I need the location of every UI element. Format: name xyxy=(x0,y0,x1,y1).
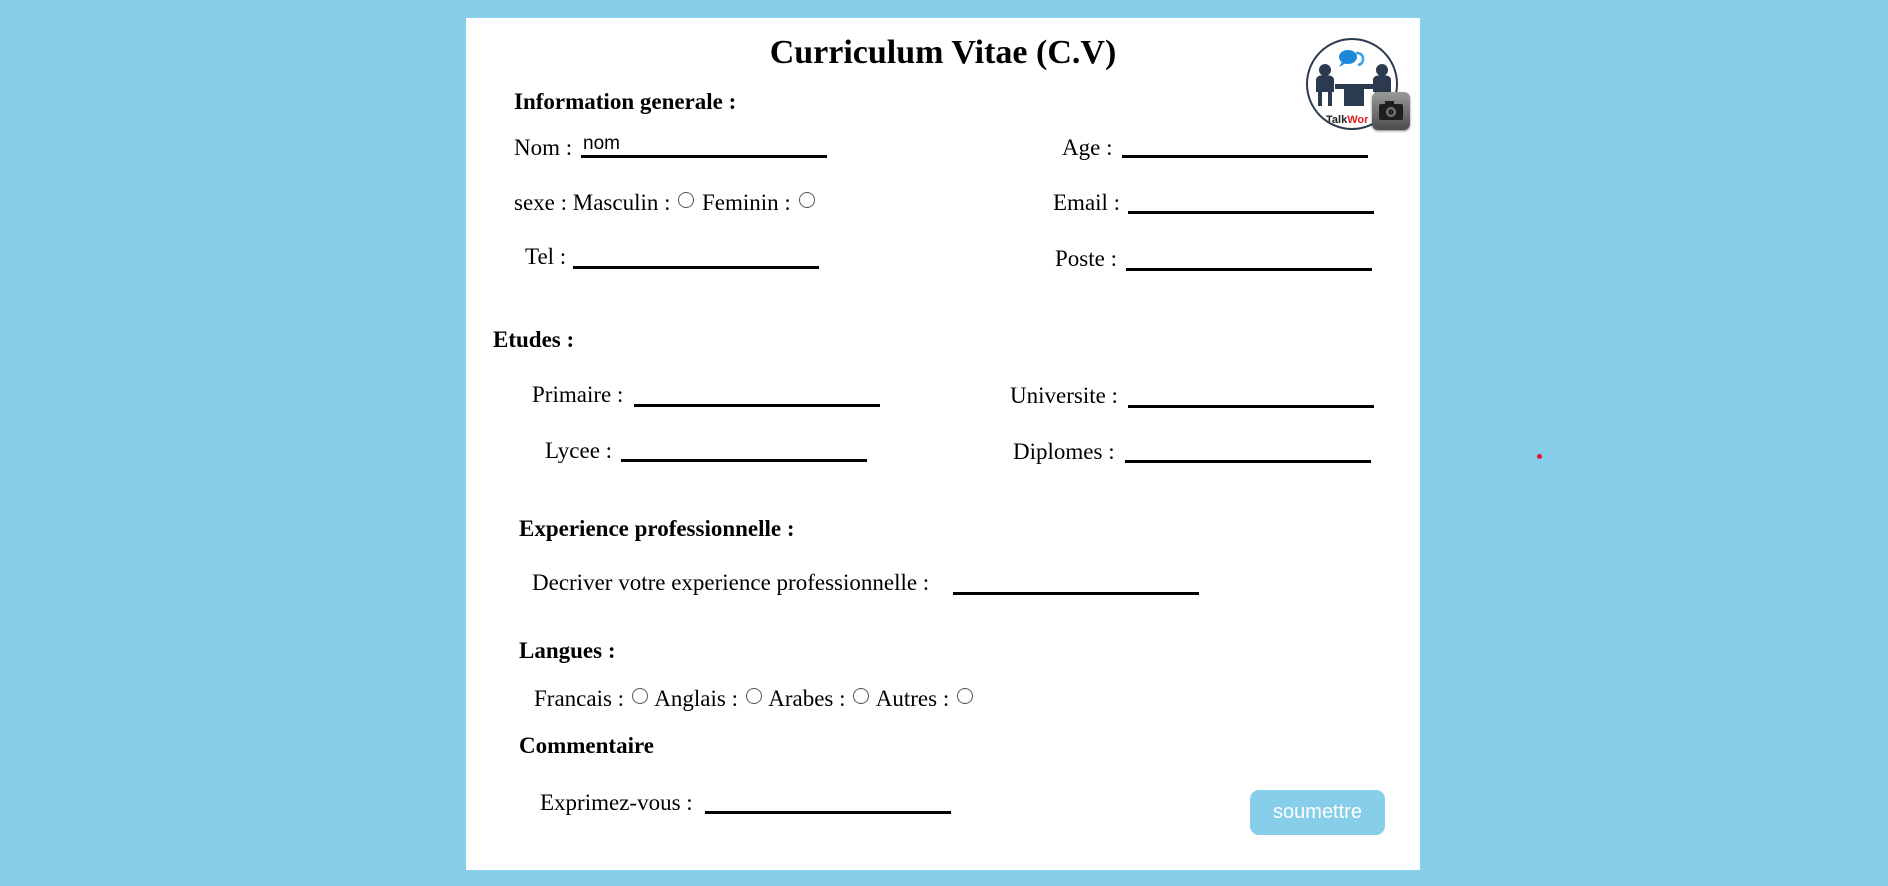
section-etudes: Etudes : xyxy=(493,327,575,352)
submit-button[interactable]: soumettre xyxy=(1250,790,1385,835)
universite-label: Universite : xyxy=(1010,383,1118,408)
nom-input[interactable] xyxy=(581,133,827,158)
exprimez-label: Exprimez-vous : xyxy=(540,790,693,815)
page-title: Curriculum Vitae (C.V) xyxy=(769,34,1117,71)
langues-row: Francais : Anglais : Arabes : Autres : xyxy=(534,687,975,710)
tel-input[interactable] xyxy=(573,244,819,269)
poste-input[interactable] xyxy=(1126,246,1372,271)
section-langues: Langues : xyxy=(519,638,616,663)
arabes-label: Arabes : xyxy=(768,686,846,711)
age-input[interactable] xyxy=(1122,133,1368,158)
masculin-radio[interactable] xyxy=(678,192,695,208)
email-input[interactable] xyxy=(1128,189,1374,214)
diplomes-label: Diplomes : xyxy=(1013,439,1115,464)
section-information-generale: Information generale : xyxy=(514,89,737,114)
primaire-label: Primaire : xyxy=(532,382,624,407)
cv-form-card: Curriculum Vitae (C.V) TalkWor Informati… xyxy=(466,18,1420,870)
tel-label: Tel : xyxy=(525,244,567,269)
francais-label: Francais : xyxy=(534,686,625,711)
anglais-label: Anglais : xyxy=(654,686,738,711)
lycee-label: Lycee : xyxy=(545,438,613,463)
sexe-row: sexe : Masculin : Feminin : xyxy=(514,191,817,214)
section-commentaire: Commentaire xyxy=(519,733,654,758)
lycee-input[interactable] xyxy=(621,437,867,462)
primaire-input[interactable] xyxy=(634,382,880,407)
autres-radio[interactable] xyxy=(956,688,973,704)
feminin-radio[interactable] xyxy=(798,192,815,208)
age-label: Age : xyxy=(1062,135,1113,160)
email-label: Email : xyxy=(1053,190,1121,215)
feminin-label: Feminin : xyxy=(702,190,791,215)
camera-icon xyxy=(1379,101,1403,120)
experience-input[interactable] xyxy=(953,570,1199,595)
autres-label: Autres : xyxy=(875,686,950,711)
diplomes-input[interactable] xyxy=(1125,438,1371,463)
arabes-radio[interactable] xyxy=(853,688,870,704)
camera-button[interactable] xyxy=(1372,92,1410,130)
francais-radio[interactable] xyxy=(631,688,648,704)
poste-label: Poste : xyxy=(1055,246,1117,271)
logo-text: TalkWor xyxy=(1326,114,1369,126)
sexe-masculin-label: sexe : Masculin : xyxy=(514,190,671,215)
nom-label: Nom : xyxy=(514,135,573,160)
experience-label: Decriver votre experience professionnell… xyxy=(532,570,930,595)
section-experience: Experience professionnelle : xyxy=(519,516,795,541)
anglais-radio[interactable] xyxy=(745,688,762,704)
cursor-dot xyxy=(1537,454,1542,459)
commentaire-input[interactable] xyxy=(705,789,951,814)
universite-input[interactable] xyxy=(1128,383,1374,408)
